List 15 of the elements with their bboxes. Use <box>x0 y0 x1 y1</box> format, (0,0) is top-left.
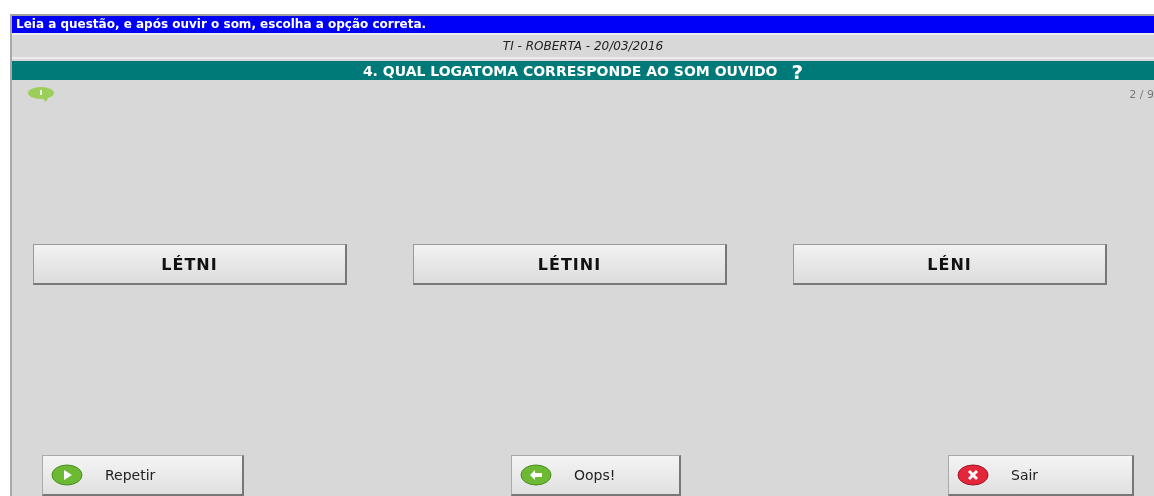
speech-bubble-icon[interactable] <box>26 86 56 102</box>
play-icon <box>51 464 83 486</box>
arrow-left-icon <box>520 464 552 486</box>
answer-option-button[interactable]: LÉTNI <box>33 244 347 285</box>
action-button[interactable]: Sair <box>948 455 1134 496</box>
action-button[interactable]: Repetir <box>42 455 244 496</box>
close-icon <box>957 464 989 486</box>
question-counter: 2 / 9 <box>1129 88 1154 101</box>
question-title: 4. QUAL LOGATOMA CORRESPONDE AO SOM OUVIDO <box>362 62 778 79</box>
answer-option-button[interactable]: LÉNI <box>793 244 1107 285</box>
help-button[interactable]: ? <box>791 63 804 82</box>
instruction-bar: Leia a questão, e após ouvir o som, escolha a opção correta. <box>12 16 1154 33</box>
action-button[interactable]: Oops! <box>511 455 681 496</box>
answer-option-button[interactable]: LÉTINI <box>413 244 727 285</box>
session-subtitle: TI - ROBERTA - 20/03/2016 <box>12 33 1154 59</box>
